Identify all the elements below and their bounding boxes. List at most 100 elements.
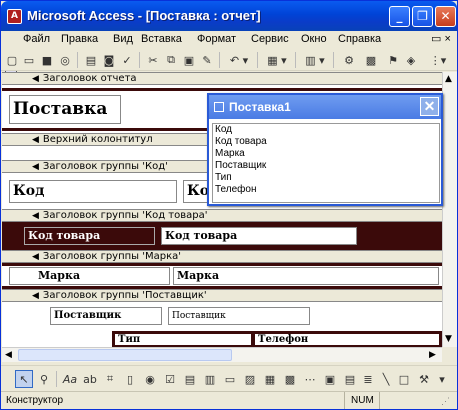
- section-group-kod-tovara[interactable]: ◀ Заголовок группы 'Код товара': [2, 209, 442, 222]
- field-list-item[interactable]: Поставщик: [215, 160, 439, 172]
- restore-doc-icon[interactable]: ▭ ×: [431, 32, 451, 45]
- cut-icon[interactable]: ✂: [145, 52, 161, 68]
- section-group-postavshik[interactable]: ◀ Заголовок группы 'Поставщик': [2, 289, 442, 302]
- menu-file[interactable]: Файл: [23, 33, 50, 45]
- toolbox-options-icon[interactable]: ▾: [433, 370, 451, 388]
- menu-tools[interactable]: Сервис: [251, 33, 289, 45]
- paste-icon[interactable]: ▣: [181, 52, 197, 68]
- section-arrow-icon: ◀: [32, 252, 39, 262]
- list-box-icon[interactable]: ▥: [201, 370, 219, 388]
- field-list-item[interactable]: Тип: [215, 172, 439, 184]
- detail-header-strip: Тип Телефон: [112, 331, 442, 347]
- maximize-button[interactable]: ❐: [412, 6, 433, 27]
- group-postavshik-band[interactable]: Поставщик Поставщик Тип Телефон: [2, 302, 442, 347]
- vertical-scrollbar[interactable]: ▲ ▼: [442, 72, 457, 347]
- option-button-icon[interactable]: ◉: [141, 370, 159, 388]
- menu-format[interactable]: Формат: [197, 33, 236, 45]
- access-window: A Microsoft Access - [Поставка : отчет] …: [0, 0, 458, 410]
- scroll-left-icon[interactable]: ◀: [5, 350, 12, 360]
- control-wizards-icon[interactable]: ⚲: [35, 370, 53, 388]
- section-group-marka[interactable]: ◀ Заголовок группы 'Марка': [2, 250, 442, 263]
- label-tool-icon[interactable]: Aa: [61, 370, 79, 388]
- list-icon[interactable]: ≣: [359, 370, 377, 388]
- subreport-icon[interactable]: ▤: [341, 370, 359, 388]
- field-list-close-button[interactable]: ✕: [420, 97, 439, 116]
- field-list-item[interactable]: Марка: [215, 148, 439, 160]
- checkbox-tool-icon[interactable]: ☑: [161, 370, 179, 388]
- new-icon[interactable]: ▢: [4, 52, 20, 68]
- toggle-button-icon[interactable]: ▯: [121, 370, 139, 388]
- kod-label[interactable]: Код: [9, 180, 177, 203]
- view-icon[interactable]: ▥ ▾: [301, 52, 329, 68]
- menu-view[interactable]: Вид: [113, 33, 133, 45]
- scroll-up-icon[interactable]: ▲: [445, 74, 452, 84]
- properties-icon[interactable]: ⚙: [341, 52, 357, 68]
- spelling-icon[interactable]: ✓: [119, 52, 135, 68]
- open-icon[interactable]: ▭: [21, 52, 37, 68]
- undo-icon[interactable]: ↶ ▾: [225, 52, 253, 68]
- tab-control-icon[interactable]: ▣: [321, 370, 339, 388]
- menu-insert[interactable]: Вставка: [141, 33, 182, 45]
- print-preview-icon[interactable]: ◙: [101, 52, 117, 68]
- marka-label[interactable]: Марка: [9, 267, 170, 285]
- standard-toolbar: ▢ ▭ ■ ◎ ▤ ◙ ✓ ✂ ⧉ ▣ ✎ ↶ ▾ ▦ ▾ ▥ ▾ ⚙ ▩ ⚑ …: [1, 49, 457, 71]
- more-controls-icon[interactable]: ⚒: [415, 370, 433, 388]
- menu-edit[interactable]: Правка: [61, 33, 98, 45]
- rectangle-tool-icon[interactable]: □: [395, 370, 413, 388]
- save-icon[interactable]: ■: [39, 52, 55, 68]
- section-label: Заголовок отчета: [42, 73, 137, 84]
- page-break-icon[interactable]: ⋯: [301, 370, 319, 388]
- group-kod-tovara-band[interactable]: Код товара Код товара: [2, 222, 442, 250]
- field-list-item[interactable]: Код товара: [215, 136, 439, 148]
- command-button-icon[interactable]: ▭: [221, 370, 239, 388]
- print-icon[interactable]: ▤: [83, 52, 99, 68]
- kod-tovara-label[interactable]: Код товара: [24, 227, 155, 245]
- scroll-right-icon[interactable]: ▶: [429, 350, 436, 360]
- sorting-grouping-icon[interactable]: ▦ ▾: [263, 52, 291, 68]
- field-list-title-bar[interactable]: Поставка1 ✕: [209, 95, 441, 119]
- postavshik-label[interactable]: Поставщик: [50, 307, 162, 325]
- textbox-tool-icon[interactable]: ab: [81, 370, 99, 388]
- field-list-item[interactable]: Код: [215, 124, 439, 136]
- search-icon[interactable]: ◎: [57, 52, 73, 68]
- menu-bar: Файл Правка Вид Вставка Формат Сервис Ок…: [1, 31, 457, 75]
- marka-field[interactable]: Марка: [173, 267, 439, 285]
- unbound-frame-icon[interactable]: ▦: [261, 370, 279, 388]
- report-title-label[interactable]: Поставка: [9, 95, 121, 124]
- postavshik-field[interactable]: Поставщик: [168, 307, 310, 325]
- select-objects-icon[interactable]: ↖: [15, 370, 33, 388]
- combo-box-icon[interactable]: ▤: [181, 370, 199, 388]
- status-num: NUM: [351, 395, 374, 406]
- title-bar[interactable]: A Microsoft Access - [Поставка : отчет] …: [1, 1, 457, 31]
- minimize-button[interactable]: _: [389, 6, 410, 27]
- bound-frame-icon[interactable]: ▩: [281, 370, 299, 388]
- toolbar-options-icon[interactable]: ⋮▾: [426, 52, 450, 68]
- section-label: Заголовок группы 'Марка': [42, 251, 182, 262]
- status-mode: Конструктор: [6, 395, 64, 406]
- image-tool-icon[interactable]: ▨: [241, 370, 259, 388]
- format-painter-icon[interactable]: ✎: [199, 52, 215, 68]
- copy-icon[interactable]: ⧉: [163, 52, 179, 68]
- telefon-label[interactable]: Телефон: [254, 333, 440, 346]
- build-icon[interactable]: ▩: [363, 52, 379, 68]
- field-list-item[interactable]: Телефон: [215, 184, 439, 196]
- database-window-icon[interactable]: ⚑: [385, 52, 401, 68]
- scroll-thumb[interactable]: [18, 349, 232, 361]
- option-group-icon[interactable]: ⌗: [101, 370, 119, 388]
- new-object-icon[interactable]: ◈: [403, 52, 419, 68]
- menu-window[interactable]: Окно: [301, 33, 327, 45]
- resize-grip-icon[interactable]: ⋰: [441, 396, 450, 407]
- tip-label[interactable]: Тип: [114, 333, 252, 346]
- menu-help[interactable]: Справка: [338, 33, 381, 45]
- field-list-window[interactable]: Поставка1 ✕ Код Код товара Марка Поставщ…: [207, 93, 443, 206]
- section-report-header[interactable]: ◀ Заголовок отчета: [2, 72, 442, 85]
- section-arrow-icon: ◀: [32, 291, 39, 301]
- horizontal-scrollbar[interactable]: ◀ ▶: [2, 347, 442, 362]
- field-list-items: Код Код товара Марка Поставщик Тип Телеф…: [212, 123, 440, 203]
- access-app-icon[interactable]: A: [7, 9, 22, 24]
- close-button[interactable]: ✕: [435, 6, 456, 27]
- group-marka-band[interactable]: Марка Марка: [2, 263, 442, 289]
- line-tool-icon[interactable]: ╲: [377, 370, 395, 388]
- kod-tovara-field[interactable]: Код товара: [161, 227, 357, 245]
- scroll-down-icon[interactable]: ▼: [445, 334, 452, 344]
